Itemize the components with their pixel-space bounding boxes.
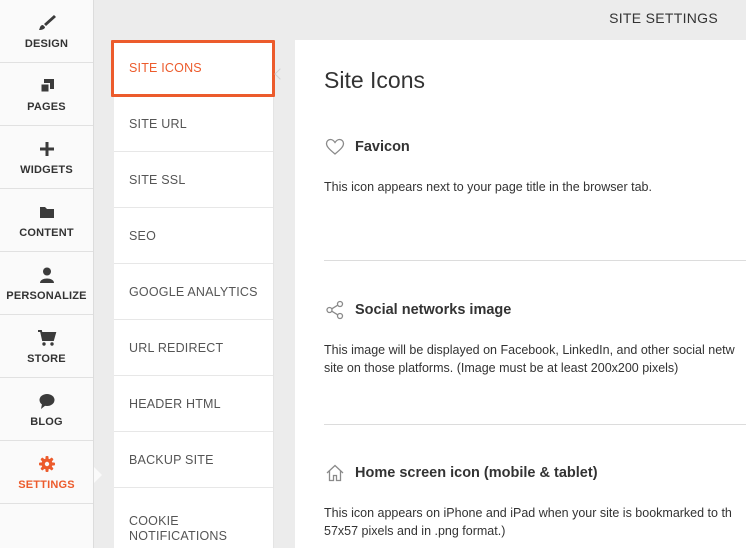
social-image-section[interactable]: Social networks image This image will be… — [324, 299, 746, 377]
description-line: This image will be displayed on Facebook… — [324, 343, 735, 357]
section-divider — [324, 424, 746, 425]
menu-item-site-icons[interactable]: SITE ICONS — [114, 40, 273, 96]
section-title: Home screen icon (mobile & tablet) — [355, 465, 598, 481]
home-screen-icon-section[interactable]: Home screen icon (mobile & tablet) This … — [324, 462, 746, 540]
menu-pointer — [274, 68, 286, 80]
gear-icon — [38, 453, 56, 475]
page-header-title: SITE SETTINGS — [609, 10, 718, 26]
sidebar-item-label: WIDGETS — [20, 164, 73, 176]
brush-icon — [37, 12, 57, 34]
settings-menu: SITE ICONS SITE URL SITE SSL SEO GOOGLE … — [114, 40, 274, 548]
section-description: This image will be displayed on Facebook… — [324, 341, 746, 377]
pages-icon — [38, 75, 56, 97]
sidebar-item-pages[interactable]: PAGES — [0, 63, 93, 126]
menu-item-header-html[interactable]: HEADER HTML — [114, 376, 273, 432]
folder-icon — [38, 201, 56, 223]
description-line: 57x57 pixels and in .png format.) — [324, 524, 506, 538]
home-icon — [324, 462, 346, 484]
sidebar-item-settings[interactable]: SETTINGS — [0, 441, 102, 504]
section-description: This icon appears next to your page titl… — [324, 178, 746, 196]
chat-bubble-icon — [38, 390, 56, 412]
sidebar-item-label: CONTENT — [19, 227, 74, 239]
menu-item-seo[interactable]: SEO — [114, 208, 273, 264]
sidebar-item-label: SETTINGS — [18, 479, 75, 491]
menu-item-url-redirect[interactable]: URL REDIRECT — [114, 320, 273, 376]
menu-item-label-line: NOTIFICATIONS — [129, 529, 228, 543]
menu-item-site-url[interactable]: SITE URL — [114, 96, 273, 152]
sidebar-item-personalize[interactable]: PERSONALIZE — [0, 252, 93, 315]
menu-item-label-line: COOKIE — [129, 514, 179, 528]
menu-item-backup-site[interactable]: BACKUP SITE — [114, 432, 273, 488]
heart-icon — [324, 136, 346, 158]
sidebar-item-design[interactable]: DESIGN — [0, 0, 93, 63]
sidebar-item-label: BLOG — [30, 416, 63, 428]
description-line: site on those platforms. (Image must be … — [324, 361, 679, 375]
section-divider — [324, 260, 746, 261]
sidebar-item-content[interactable]: CONTENT — [0, 189, 93, 252]
section-title: Social networks image — [355, 302, 512, 318]
sidebar-item-label: PERSONALIZE — [6, 290, 87, 302]
main-sidebar: DESIGN PAGES WIDGETS CONTENT PERSONALIZE… — [0, 0, 102, 548]
sidebar-item-label: STORE — [27, 353, 66, 365]
share-icon — [324, 299, 346, 321]
description-line: This icon appears on iPhone and iPad whe… — [324, 506, 732, 520]
favicon-section[interactable]: Favicon This icon appears next to your p… — [324, 136, 746, 196]
sidebar-item-label: DESIGN — [24, 38, 69, 50]
menu-item-site-ssl[interactable]: SITE SSL — [114, 152, 273, 208]
cart-icon — [37, 327, 57, 349]
panel-title: Site Icons — [324, 67, 425, 93]
section-title: Favicon — [355, 139, 410, 155]
menu-item-google-analytics[interactable]: GOOGLE ANALYTICS — [114, 264, 273, 320]
section-description: This icon appears on iPhone and iPad whe… — [324, 504, 746, 540]
sidebar-item-store[interactable]: STORE — [0, 315, 93, 378]
site-icons-panel: Site Icons Favicon This icon appears nex… — [295, 40, 746, 548]
top-bar: SITE SETTINGS — [95, 0, 746, 38]
sidebar-item-label: PAGES — [27, 101, 66, 113]
description-line: This icon appears next to your page titl… — [324, 180, 652, 194]
plus-icon — [39, 138, 55, 160]
sidebar-item-blog[interactable]: BLOG — [0, 378, 93, 441]
person-icon — [38, 264, 56, 286]
sidebar-item-widgets[interactable]: WIDGETS — [0, 126, 93, 189]
menu-item-cookie-notifications[interactable]: COOKIE NOTIFICATIONS — [114, 488, 273, 548]
